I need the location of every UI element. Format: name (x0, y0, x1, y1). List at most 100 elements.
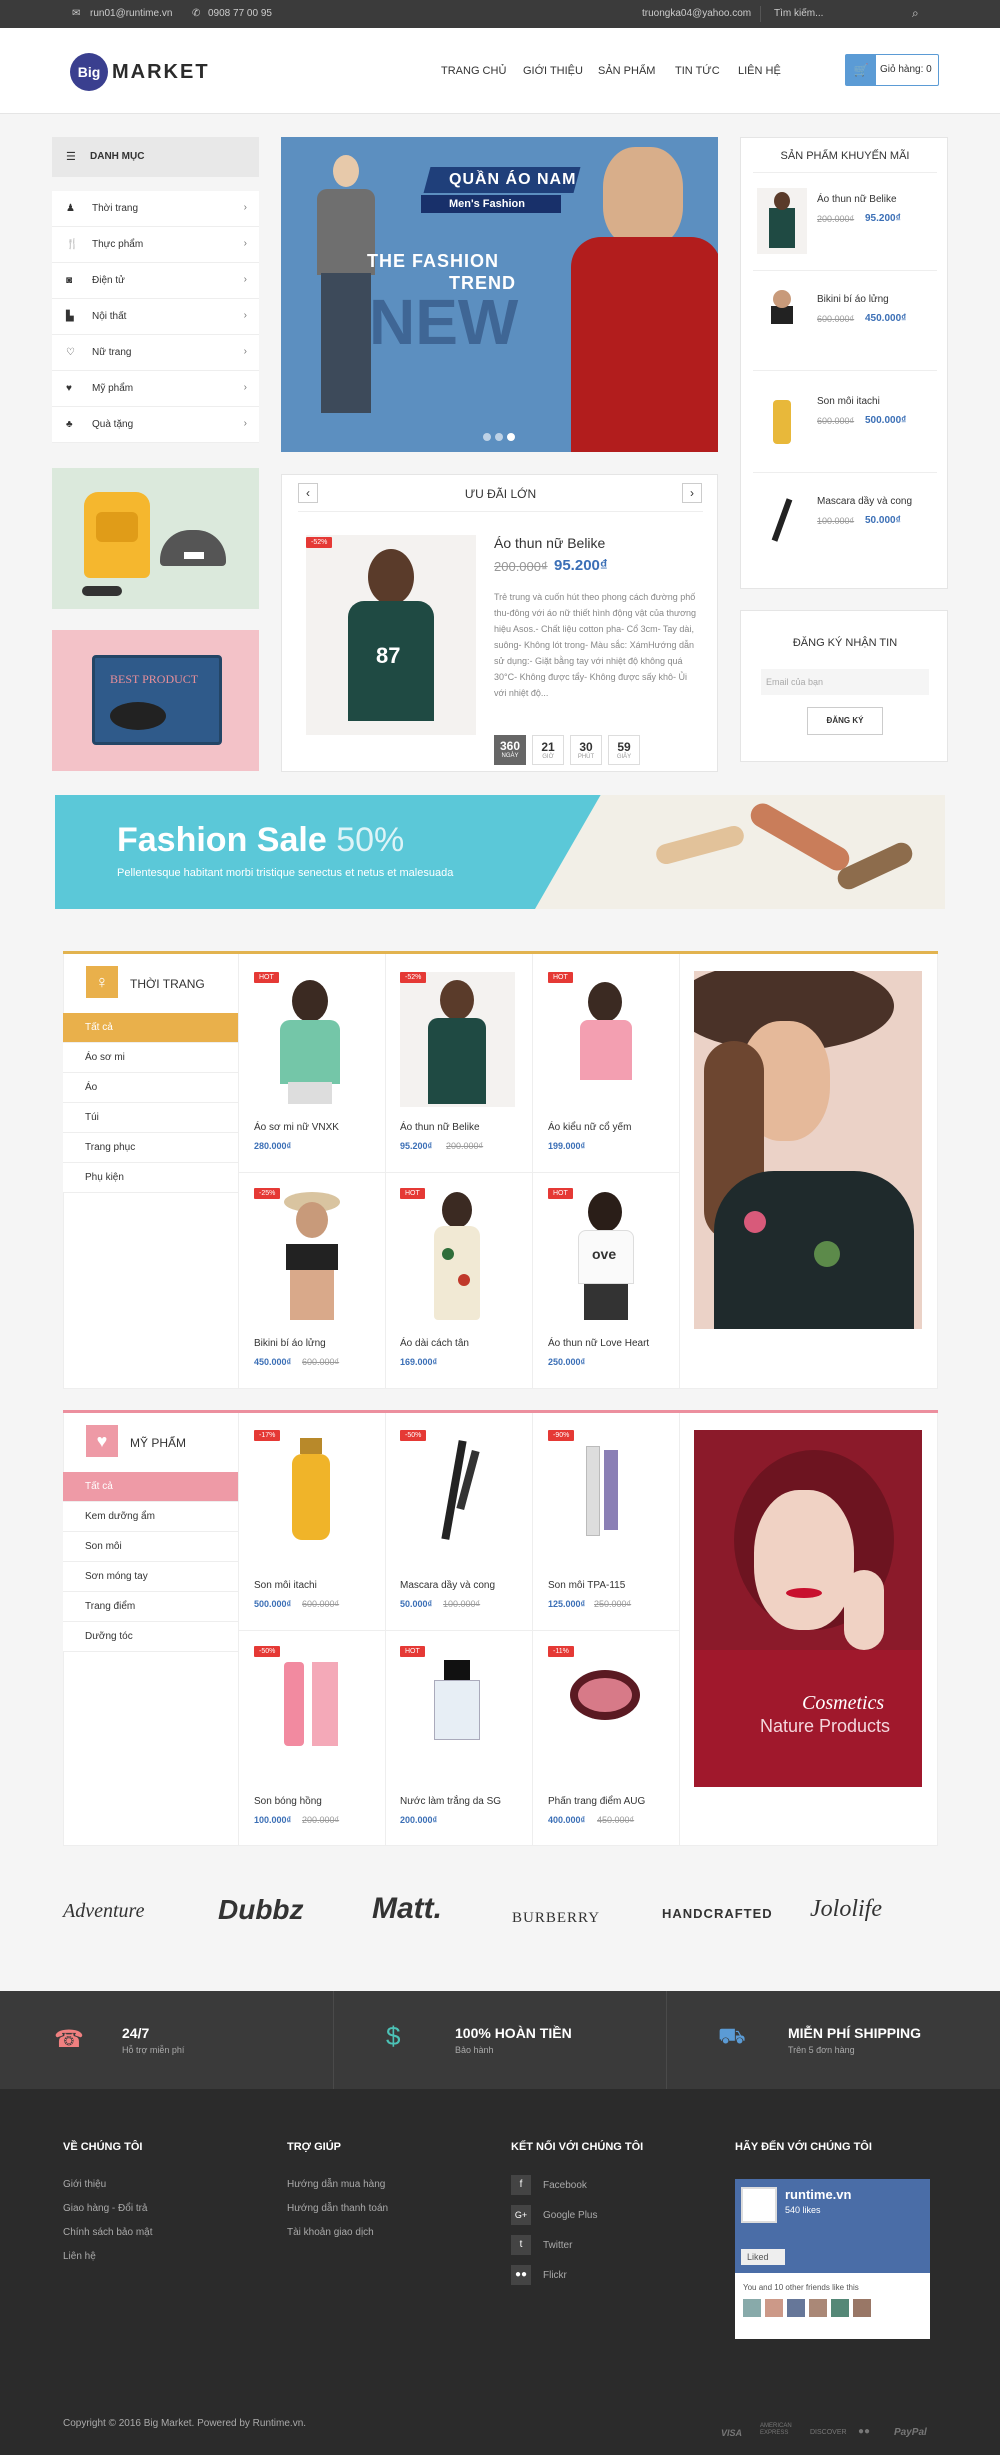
footer-link[interactable]: Tài khoản giao dịch (287, 2227, 374, 2238)
category-item-food[interactable]: 🍴 Thực phẩm › (52, 227, 259, 263)
cosmetics-product-name[interactable]: Nước làm trắng da SG (400, 1796, 501, 1807)
category-item-cosmetics[interactable]: ♥ Mỹ phẩm › (52, 371, 259, 407)
search-icon[interactable]: ⌕ (912, 6, 919, 21)
top-email[interactable]: run01@runtime.vn (90, 8, 172, 19)
footer-social-link[interactable]: Facebook (543, 2180, 587, 2191)
promo-image-3[interactable] (757, 388, 807, 454)
brand-dubbz[interactable]: Dubbz (218, 1894, 304, 1926)
footer-social-link[interactable]: Flickr (543, 2270, 567, 2281)
hero-slider[interactable]: QUẦN ÁO NAM Men's Fashion THE FASHION TR… (281, 137, 718, 452)
category-item-jewelry[interactable]: ♡ Nữ trang › (52, 335, 259, 371)
cosmetics-product-name[interactable]: Phấn trang điểm AUG (548, 1796, 645, 1807)
cosmetics-product-name[interactable]: Son môi itachi (254, 1580, 317, 1591)
slider-dot-2[interactable] (495, 433, 503, 441)
cosmetics-sub-moisturizer[interactable]: Kem dưỡng ẩm (63, 1502, 238, 1532)
fashion-product-image[interactable] (400, 972, 515, 1107)
fashion-sub-tops[interactable]: Áo (63, 1073, 238, 1103)
fashion-product-image[interactable] (254, 972, 369, 1107)
fashion-sale-banner[interactable]: Fashion Sale 50% Pellentesque habitant m… (55, 795, 945, 909)
footer-link[interactable]: Giới thiệu (63, 2179, 106, 2190)
footer-social-link[interactable]: Google Plus (543, 2210, 597, 2221)
fashion-product-name[interactable]: Áo dài cách tân (400, 1338, 469, 1349)
deal-product-image[interactable]: 87 (306, 535, 476, 735)
nav-home[interactable]: TRANG CHỦ (441, 65, 506, 77)
cosmetics-sub-nail[interactable]: Sơn móng tay (63, 1562, 238, 1592)
footer-link[interactable]: Hướng dẫn mua hàng (287, 2179, 385, 2190)
cosmetics-product-name[interactable]: Son bóng hồng (254, 1796, 322, 1807)
fashion-product-image[interactable] (254, 1188, 369, 1323)
cosmetics-product-image[interactable] (548, 1646, 663, 1781)
brand-burberry[interactable]: BURBERRY (512, 1910, 600, 1927)
fashion-product-image[interactable]: ove (548, 1188, 663, 1323)
fashion-sub-outfits[interactable]: Trang phục (63, 1133, 238, 1163)
fashion-product-name[interactable]: Áo thun nữ Love Heart (548, 1338, 649, 1349)
category-item-furniture[interactable]: ▙ Nội thất › (52, 299, 259, 335)
fashion-product-name[interactable]: Bikini bí áo lửng (254, 1338, 326, 1349)
brand-handcrafted[interactable]: HANDCRAFTED (662, 1906, 773, 1921)
top-phone[interactable]: 0908 77 00 95 (208, 8, 272, 19)
slider-dot-3[interactable] (507, 433, 515, 441)
fb-page-name[interactable]: runtime.vn (785, 2187, 851, 2202)
nav-contact[interactable]: LIÊN HỆ (738, 65, 781, 77)
footer-link[interactable]: Giao hàng - Đổi trả (63, 2203, 148, 2214)
fashion-sub-accessories[interactable]: Phụ kiện (63, 1163, 238, 1193)
cosmetics-sub-makeup[interactable]: Trang điểm (63, 1592, 238, 1622)
cart-button[interactable]: 🛒 Giỏ hàng: 0 (845, 54, 939, 86)
footer-link[interactable]: Chính sách bảo mật (63, 2227, 153, 2238)
fashion-feature-image[interactable] (694, 971, 922, 1329)
brand-jololife[interactable]: Jololife (810, 1896, 882, 1923)
search-input[interactable]: Tìm kiếm... (774, 8, 823, 19)
fashion-sub-bags[interactable]: Túi (63, 1103, 238, 1133)
cosmetics-product-image[interactable] (548, 1430, 663, 1565)
logo-badge[interactable]: Big (70, 53, 108, 91)
side-banner-bags[interactable] (52, 468, 259, 609)
nav-about[interactable]: GIỚI THIỆU (523, 65, 583, 77)
cosmetics-sub-hair[interactable]: Dưỡng tóc (63, 1622, 238, 1652)
fashion-sub-all[interactable]: Tất cả (63, 1013, 238, 1043)
fashion-product-name[interactable]: Áo kiểu nữ cổ yếm (548, 1122, 631, 1133)
promo-image-2[interactable] (757, 286, 807, 352)
brand-matt[interactable]: Matt. (372, 1892, 442, 1926)
footer-social-link[interactable]: Twitter (543, 2240, 572, 2251)
cosmetics-product-image[interactable] (400, 1646, 515, 1781)
footer-link[interactable]: Liên hệ (63, 2251, 96, 2262)
flickr-icon[interactable]: ●● (511, 2265, 531, 2285)
promo-name-4[interactable]: Mascara dầy và cong (817, 496, 912, 507)
category-item-gifts[interactable]: ♣ Quà tặng › (52, 407, 259, 443)
promo-name-3[interactable]: Son môi itachi (817, 396, 880, 407)
category-item-electronics[interactable]: ◙ Điện tử › (52, 263, 259, 299)
newsletter-submit-button[interactable]: ĐĂNG KÝ (807, 707, 883, 735)
google-plus-icon[interactable]: G+ (511, 2205, 531, 2225)
fashion-product-name[interactable]: Áo sơ mi nữ VNXK (254, 1122, 339, 1133)
promo-name-2[interactable]: Bikini bí áo lửng (817, 294, 889, 305)
cosmetics-product-name[interactable]: Son môi TPA-115 (548, 1580, 625, 1591)
promo-image-1[interactable] (757, 188, 807, 254)
twitter-icon[interactable]: t (511, 2235, 531, 2255)
cosmetics-product-name[interactable]: Mascara dầy và cong (400, 1580, 495, 1591)
cosmetics-product-image[interactable] (254, 1430, 369, 1565)
fashion-product-name[interactable]: Áo thun nữ Belike (400, 1122, 480, 1133)
cosmetics-feature-image[interactable]: Cosmetics Nature Products (694, 1430, 922, 1787)
category-item-fashion[interactable]: ♟ Thời trang › (52, 191, 259, 227)
promo-image-4[interactable] (757, 488, 807, 554)
nav-news[interactable]: TIN TỨC (675, 65, 720, 77)
fb-liked-button[interactable]: Liked (741, 2249, 785, 2265)
fashion-product-image[interactable] (400, 1188, 515, 1323)
deal-next-button[interactable]: › (682, 483, 702, 503)
side-banner-player[interactable]: BEST PRODUCT (52, 630, 259, 771)
cosmetics-product-image[interactable] (254, 1646, 369, 1781)
fashion-sub-shirts[interactable]: Áo sơ mi (63, 1043, 238, 1073)
newsletter-email-input[interactable]: Email của bạn (761, 669, 929, 695)
fashion-product-image[interactable] (548, 972, 663, 1107)
logo-text[interactable]: MARKET (112, 61, 210, 84)
deal-product-name[interactable]: Áo thun nữ Belike (494, 535, 605, 551)
brand-adventure[interactable]: Adventure (63, 1900, 144, 1923)
nav-products[interactable]: SẢN PHẨM (598, 65, 655, 77)
footer-link[interactable]: Hướng dẫn thanh toán (287, 2203, 388, 2214)
promo-name-1[interactable]: Áo thun nữ Belike (817, 194, 897, 205)
facebook-icon[interactable]: f (511, 2175, 531, 2195)
slider-dot-1[interactable] (483, 433, 491, 441)
cosmetics-sub-all[interactable]: Tất cả (63, 1472, 238, 1502)
cosmetics-sub-lipstick[interactable]: Son môi (63, 1532, 238, 1562)
facebook-widget[interactable]: runtime.vn 540 likes Liked You and 10 ot… (735, 2179, 930, 2339)
